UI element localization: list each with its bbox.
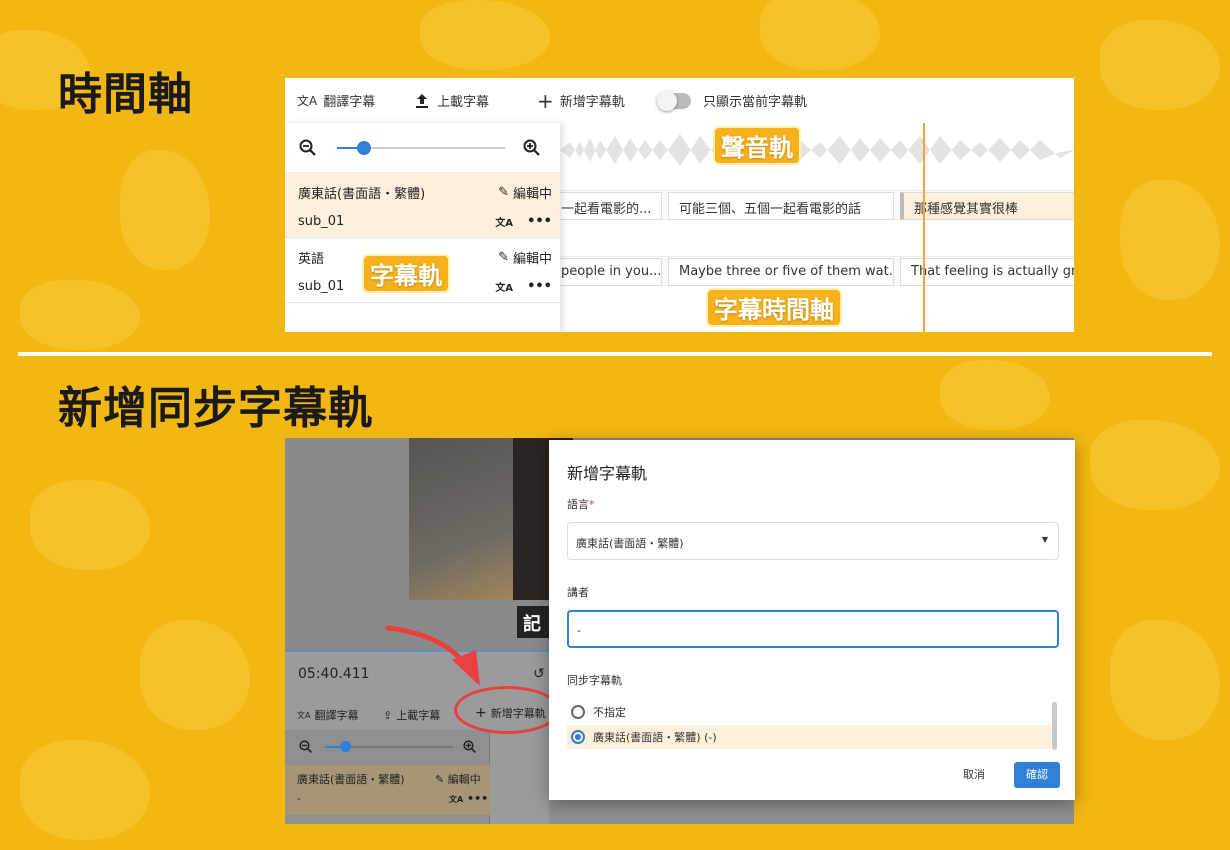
track-list: 廣東話(書面語・繁體) ✎ 編輯中 sub_01 文A ••• 英語 ✎ 編輯中 su… — [285, 123, 560, 332]
zoom-out-icon[interactable] — [299, 740, 313, 754]
translate-icon: 文A — [297, 710, 311, 720]
more-icon[interactable]: ••• — [467, 792, 488, 805]
chevron-down-icon: ▼ — [1041, 535, 1048, 544]
rewind-icon[interactable]: ↺ — [533, 666, 545, 682]
tag-subtitle-timeline: 字幕時間軸 — [706, 288, 842, 327]
upload-icon — [416, 93, 428, 108]
toggle-switch[interactable] — [657, 90, 691, 111]
upload-icon: ⇪ — [383, 708, 393, 722]
translate-button[interactable]: 文A 翻譯字幕 — [297, 91, 375, 110]
subtitle-cue[interactable]: 一起看電影的... — [550, 192, 662, 220]
time-display: 05:40.411 — [298, 666, 370, 682]
audio-waveform — [560, 134, 1074, 166]
track-language: 廣東話(書面語・繁體) — [297, 773, 405, 786]
track-actions: 文A ••• — [449, 792, 488, 805]
add-track-dialog: 新增字幕軌 語言* 廣東話(書面語・繁體) ▼ 講者 - 同步字幕軌 不指定 廣… — [549, 440, 1075, 800]
dialog-title: 新增字幕軌 — [567, 464, 648, 483]
zoom-in-icon[interactable] — [523, 139, 541, 157]
more-icon[interactable]: ••• — [527, 279, 552, 294]
language-label-text: 語言 — [567, 498, 589, 511]
sync-track-label: 同步字幕軌 — [567, 674, 622, 687]
upload-label: 上載字幕 — [396, 709, 441, 722]
translate-icon[interactable]: 文A — [495, 279, 513, 294]
subtitle-cue[interactable]: people in you... — [550, 258, 662, 286]
language-select[interactable]: 廣東話(書面語・繁體) ▼ — [567, 522, 1059, 560]
zoom-out-icon[interactable] — [299, 139, 317, 157]
required-mark: * — [589, 498, 595, 511]
add-track-label: 新增字幕軌 — [559, 95, 625, 110]
track-row-cantonese[interactable]: 廣東話(書面語・繁體) ✎ 編輯中 - 文A ••• — [285, 765, 490, 815]
track-name: sub_01 — [298, 279, 345, 294]
zoom-in-icon[interactable] — [463, 740, 477, 754]
track-list: 廣東話(書面語・繁體) ✎ 編輯中 - 文A ••• — [285, 730, 490, 824]
edit-status[interactable]: ✎ 編輯中 — [498, 183, 552, 202]
sync-option-cantonese[interactable]: 廣東話(書面語・繁體) (-) — [567, 725, 1051, 749]
playhead[interactable] — [923, 123, 925, 332]
heading-add-sync-track: 新增同步字幕軌 — [58, 383, 373, 434]
language-label: 語言* — [567, 496, 595, 512]
track-language: 廣東話(書面語・繁體) — [298, 187, 426, 202]
track-language: 英語 — [298, 252, 325, 267]
track-name: sub_01 — [298, 214, 345, 229]
subtitle-track-1: 一起看電影的... 可能三個、五個一起看電影的話 那種感覺其實很棒 — [550, 190, 1074, 220]
annotation-circle — [454, 686, 560, 734]
translate-button[interactable]: 文A 翻譯字幕 — [297, 707, 358, 723]
translate-label: 翻譯字幕 — [323, 95, 376, 110]
translate-icon[interactable]: 文A — [449, 795, 463, 804]
translate-icon: 文A — [297, 94, 318, 108]
option-label: 不指定 — [593, 706, 626, 719]
subtitle-cue[interactable]: 可能三個、五個一起看電影的話 — [668, 192, 894, 220]
speaker-input-value: - — [577, 624, 581, 637]
sync-option-none[interactable]: 不指定 — [567, 700, 1051, 724]
subtitle-track-2: people in you... Maybe three or five of … — [550, 256, 1074, 286]
pencil-icon: ✎ — [498, 250, 509, 265]
subtitle-cue[interactable]: Maybe three or five of them wat... — [668, 258, 894, 286]
options-scrollbar[interactable] — [1052, 702, 1057, 750]
heading-timeline: 時間軸 — [58, 69, 193, 120]
option-label: 廣東話(書面語・繁體) (-) — [593, 731, 717, 744]
toggle-label: 只顯示當前字幕軌 — [703, 95, 808, 110]
video-subtitle: 記 — [517, 606, 553, 638]
zoom-slider-knob[interactable] — [340, 741, 351, 752]
track-row-cantonese[interactable]: 廣東話(書面語・繁體) ✎ 編輯中 sub_01 文A ••• — [285, 173, 560, 238]
section-divider — [18, 352, 1212, 356]
translate-icon[interactable]: 文A — [495, 214, 513, 229]
translate-label: 翻譯字幕 — [314, 709, 359, 722]
track-name: - — [297, 792, 301, 805]
upload-label: 上載字幕 — [437, 95, 490, 110]
edit-status-label: 編輯中 — [512, 187, 552, 202]
track-actions: 文A ••• — [495, 279, 552, 294]
zoom-slider-knob[interactable] — [357, 141, 371, 155]
cancel-button[interactable]: 取消 — [963, 766, 985, 782]
speaker-label: 講者 — [567, 586, 589, 599]
pencil-icon: ✎ — [498, 185, 509, 200]
plus-icon: + — [537, 88, 554, 113]
edit-status-label: 編輯中 — [512, 252, 552, 267]
speaker-input[interactable]: - — [567, 610, 1059, 648]
track-actions: 文A ••• — [495, 214, 552, 229]
subtitle-cue-active[interactable]: 那種感覺其實很棒 — [900, 192, 1074, 220]
zoom-row — [285, 123, 560, 173]
language-select-value: 廣東話(書面語・繁體) — [576, 537, 684, 550]
confirm-button[interactable]: 確認 — [1014, 762, 1060, 788]
tag-subtitle-track: 字幕軌 — [362, 254, 450, 293]
edit-status[interactable]: ✎ 編輯中 — [435, 771, 481, 787]
upload-button[interactable]: ⇪ 上載字幕 — [383, 707, 440, 723]
pencil-icon: ✎ — [435, 773, 445, 786]
tag-audio-track: 聲音軌 — [713, 126, 801, 165]
radio-button-selected[interactable] — [571, 730, 585, 744]
edit-status-label: 編輯中 — [447, 773, 481, 786]
timeline-panel: 文A 翻譯字幕 上載字幕 + 新增字幕軌 只顯示當前字幕軌 廣東話(書面語・繁體… — [285, 78, 1074, 332]
edit-status[interactable]: ✎ 編輯中 — [498, 248, 552, 267]
radio-button[interactable] — [571, 705, 585, 719]
add-track-button[interactable]: + 新增字幕軌 — [537, 91, 625, 111]
annotation-arrow — [385, 625, 480, 686]
toolbar: 文A 翻譯字幕 上載字幕 + 新增字幕軌 只顯示當前字幕軌 — [285, 78, 1074, 123]
more-icon[interactable]: ••• — [527, 214, 552, 229]
current-track-toggle[interactable]: 只顯示當前字幕軌 — [657, 90, 808, 111]
upload-button[interactable]: 上載字幕 — [413, 91, 489, 110]
subtitle-cue[interactable]: That feeling is actually gre — [900, 258, 1074, 286]
